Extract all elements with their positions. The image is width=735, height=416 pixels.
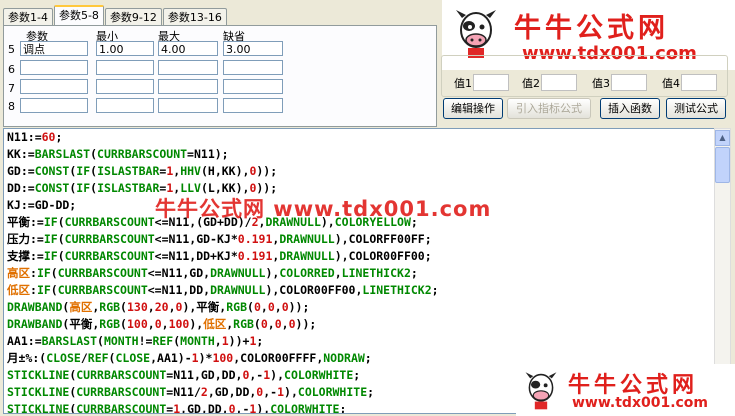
param-name-field[interactable] (20, 60, 88, 75)
insert-function-button[interactable]: 插入函数 (600, 98, 660, 119)
code-line: STICKLINE(CURRBARSCOUNT=1,GD,DD,0,-1),CO… (7, 402, 347, 414)
tab-params-1-4[interactable]: 参数1-4 (3, 8, 53, 26)
param-default-field[interactable] (223, 98, 283, 113)
param-grid: 参数 最小 最大 缺省 5 调点 1.00 4.00 3.00 6 7 8 (3, 25, 437, 127)
param-min-field[interactable] (96, 60, 154, 75)
code-line: 月±%:(CLOSE/REF(CLOSE,AA1)-1)*100,COLOR00… (7, 351, 372, 365)
value-3-field[interactable] (611, 74, 647, 91)
param-default-field[interactable] (223, 79, 283, 94)
code-line: KJ:=GD-DD; (7, 198, 77, 212)
value-label: 值2 (522, 77, 540, 90)
edit-operation-button[interactable]: 编辑操作 (443, 98, 503, 119)
tab-params-9-12[interactable]: 参数9-12 (104, 8, 162, 26)
param-default-field[interactable]: 3.00 (223, 41, 283, 56)
parameter-panel: 参数1-4 参数5-8 参数9-12 参数13-16 参数 最小 最大 缺省 5… (0, 0, 735, 128)
tab-params-13-16[interactable]: 参数13-16 (162, 8, 227, 26)
param-max-field[interactable] (158, 79, 218, 94)
param-tabs: 参数1-4 参数5-8 参数9-12 参数13-16 (3, 5, 228, 28)
logo-url: www.tdx001.com (572, 395, 709, 411)
param-default-field[interactable] (223, 60, 283, 75)
row-number: 5 (8, 43, 15, 56)
code-line: 低区:IF(CURRBARSCOUNT<=N11,DD,DRAWNULL),CO… (7, 283, 439, 297)
test-formula-button[interactable]: 测试公式 (666, 98, 726, 119)
value-label: 值4 (662, 77, 680, 90)
param-min-field[interactable]: 1.00 (96, 41, 154, 56)
code-line: 压力:=IF(CURRBARSCOUNT<=N11,GD-KJ*0.191,DR… (7, 232, 432, 246)
param-min-field[interactable] (96, 79, 154, 94)
param-max-field[interactable] (158, 98, 218, 113)
code-line: GD:=CONST(IF(ISLASTBAR=1,HHV(H,KK),0)); (7, 164, 278, 178)
watermark-text: 牛牛公式网 www.tdx001.com (155, 197, 492, 221)
code-line: N11:=60; (7, 130, 63, 144)
code-line: DRAWBAND(平衡,RGB(100,0,100),低区,RGB(0,0,0)… (7, 317, 317, 331)
site-logo-bottom: 牛牛公式网 www.tdx001.com (516, 364, 735, 416)
value-label: 值1 (454, 77, 472, 90)
param-name-field[interactable] (20, 98, 88, 113)
param-name-field[interactable]: 调点 (20, 41, 88, 56)
value-4-field[interactable] (681, 74, 717, 91)
scroll-up-icon[interactable]: ▲ (715, 130, 730, 146)
row-number: 7 (8, 82, 15, 95)
code-line: 支撑:=IF(CURRBARSCOUNT<=N11,DD+KJ*0.191,DR… (7, 249, 432, 263)
row-number: 6 (8, 63, 15, 76)
param-name-field[interactable] (20, 79, 88, 94)
code-line: AA1:=BARSLAST(MONTH!=REF(MONTH,1))+1; (7, 334, 264, 348)
code-line: STICKLINE(CURRBARSCOUNT=N11/2,GD,DD,0,-1… (7, 385, 375, 399)
value-group: 值1 值2 值3 值4 (441, 55, 728, 97)
cow-logo-icon (456, 10, 496, 58)
value-2-field[interactable] (541, 74, 577, 91)
cow-logo-icon (525, 372, 557, 410)
value-1-field[interactable] (473, 74, 509, 91)
import-formula-button[interactable]: 引入指标公式 (507, 98, 591, 119)
logo-title: 牛牛公式网 (514, 13, 669, 44)
code-line: DRAWBAND(高区,RGB(130,20,0),平衡,RGB(0,0,0))… (7, 300, 310, 314)
param-min-field[interactable] (96, 98, 154, 113)
row-number: 8 (8, 100, 15, 113)
param-max-field[interactable] (158, 60, 218, 75)
code-line: STICKLINE(CURRBARSCOUNT=N11,GD,DD,0,-1),… (7, 368, 361, 382)
param-max-field[interactable]: 4.00 (158, 41, 218, 56)
value-label: 值3 (592, 77, 610, 90)
scroll-thumb[interactable] (715, 147, 730, 183)
code-line: KK:=BARSLAST(CURRBARSCOUNT=N11); (7, 147, 229, 161)
code-line: 高区:IF(CURRBARSCOUNT<=N11,GD,DRAWNULL),CO… (7, 266, 418, 280)
